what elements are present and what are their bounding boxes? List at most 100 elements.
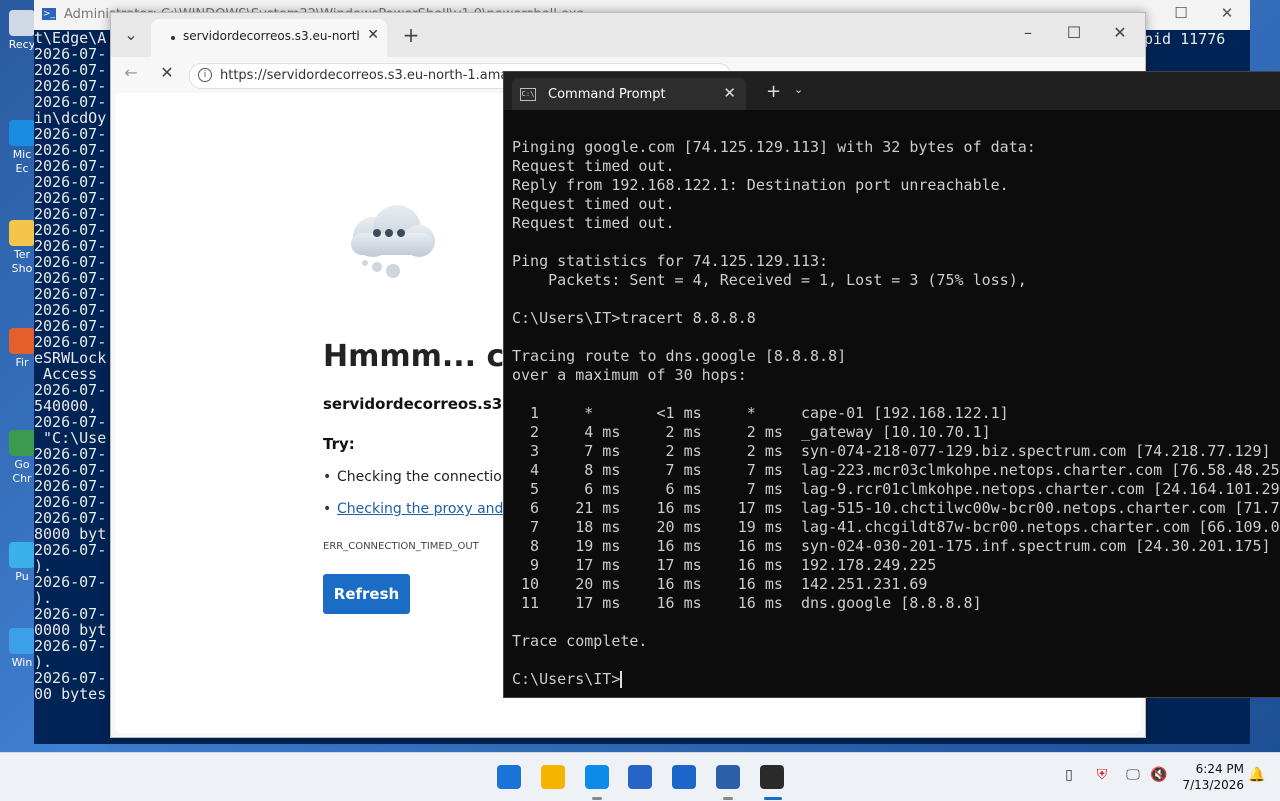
terminal-line: 11 17 ms 16 ms 16 ms dns.google [8.8.8.8…	[512, 594, 982, 612]
powershell-line: ).	[34, 653, 62, 671]
shortcut-app-icon	[9, 120, 35, 146]
clock-time: 6:24 PM	[1195, 762, 1244, 776]
stop-loading-icon[interactable]: ✕	[155, 63, 179, 82]
powershell-line: 8000 byt	[34, 525, 107, 543]
shortcut-label: Pu	[15, 570, 29, 583]
powershell-line: 2026-07-	[34, 173, 107, 191]
refresh-button[interactable]: Refresh	[323, 574, 410, 614]
terminal-line: 2 4 ms 2 ms 2 ms _gateway [10.10.70.1]	[512, 423, 991, 441]
volume-icon[interactable]: 🔇	[1150, 767, 1168, 785]
terminal-line: 1 * <1 ms * cape-01 [192.168.122.1]	[512, 404, 1009, 422]
ps-close-icon[interactable]: ✕	[1212, 4, 1242, 22]
edge-tab-strip: ⌄ servidordecorreos.s3.eu-north-1.amazon…	[111, 13, 1145, 57]
security-shield-icon[interactable]: ⛨	[1093, 767, 1111, 785]
edge-tab-title: servidordecorreos.s3.eu-north-1.amazonaw…	[183, 29, 359, 43]
powershell-line: 2026-07-	[34, 493, 107, 511]
shortcut-label: Recy	[8, 38, 36, 51]
powershell-line: 2026-07-	[34, 157, 107, 175]
powershell-line: 2026-07-	[34, 45, 107, 63]
terminal-new-tab-plus-icon[interactable]: +	[766, 81, 781, 102]
terminal-tab-close-icon[interactable]: ✕	[723, 84, 736, 102]
terminal-line: Request timed out.	[512, 157, 675, 175]
url-text: https://servidordecorreos.s3.eu-north-1.…	[220, 68, 524, 83]
terminal-line: 4 8 ms 7 ms 7 ms lag-223.mcr03clmkohpe.n…	[512, 461, 1280, 479]
try-label: Try:	[323, 435, 355, 453]
outlook-icon[interactable]	[672, 765, 696, 789]
terminal-tab-strip: C:\ Command Prompt ✕ + ⌄	[504, 72, 1280, 110]
edge-maximize-icon[interactable]: ☐	[1061, 23, 1087, 42]
edge-tab-close-icon[interactable]: ✕	[367, 27, 379, 43]
terminal-output[interactable]: Pinging google.com [74.125.129.113] with…	[512, 138, 1280, 689]
terminal-line: 6 21 ms 16 ms 17 ms lag-515-10.chctilwc0…	[512, 499, 1280, 517]
powershell-line: 2026-07-	[34, 301, 107, 319]
terminal-icon[interactable]	[760, 765, 784, 789]
terminal-line: 10 20 ms 16 ms 16 ms 142.251.231.69	[512, 575, 928, 593]
cloud-error-icon	[351, 205, 435, 278]
edge-tab-active[interactable]: servidordecorreos.s3.eu-north-1.amazonaw…	[151, 19, 387, 57]
system-clock[interactable]: 6:24 PM 7/13/2026	[1172, 761, 1244, 793]
shortcut-label: Go Chr	[12, 458, 32, 485]
back-arrow-icon[interactable]: ←	[119, 63, 143, 82]
file-explorer-icon[interactable]	[541, 765, 565, 789]
terminal-line: 8 19 ms 16 ms 16 ms syn-024-030-201-175.…	[512, 537, 1271, 555]
powershell-line: "C:\Use	[34, 429, 107, 447]
terminal-prompt: C:\Users\IT>	[512, 670, 621, 688]
edge-close-icon[interactable]: ✕	[1107, 23, 1133, 42]
notification-bell-icon[interactable]: 🔔	[1248, 767, 1266, 785]
text-cursor	[620, 671, 623, 688]
edge-browser-icon[interactable]	[585, 765, 609, 789]
ps-maximize-icon[interactable]: ☐	[1166, 4, 1196, 22]
network-icon[interactable]: 🖵	[1124, 767, 1142, 785]
shortcut-app-icon	[9, 430, 35, 456]
powershell-line: eSRWLock	[34, 349, 107, 367]
shortcut-label: Fir	[15, 356, 29, 369]
terminal-window[interactable]: C:\ Command Prompt ✕ + ⌄ Pinging google.…	[503, 71, 1280, 698]
powershell-line: 2026-07-	[34, 573, 107, 591]
start-button-icon[interactable]	[497, 765, 521, 789]
terminal-tab-cmd[interactable]: C:\ Command Prompt ✕	[512, 78, 746, 110]
powershell-line: 2026-07-	[34, 605, 107, 623]
powershell-line: 2026-07-	[34, 461, 107, 479]
terminal-line: Packets: Sent = 4, Received = 1, Lost = …	[512, 271, 1027, 289]
powershell-line: 2026-07-	[34, 413, 107, 431]
terminal-tab-title: Command Prompt	[548, 87, 666, 102]
site-info-icon[interactable]: i	[198, 68, 212, 82]
tab-actions-chevron-icon[interactable]: ⌄	[121, 25, 141, 44]
powershell-line: 2026-07-	[34, 221, 107, 239]
terminal-line: Request timed out.	[512, 214, 675, 232]
powershell-line: 2026-07-	[34, 637, 107, 655]
terminal-dropdown-chevron-icon[interactable]: ⌄	[794, 83, 803, 96]
shortcut-app-icon	[9, 628, 35, 654]
powershell-line: 2026-07-	[34, 317, 107, 335]
edge-minimize-icon[interactable]: –	[1015, 23, 1041, 42]
powershell-line: 0000 byt	[34, 621, 107, 639]
terminal-line: Pinging google.com [74.125.129.113] with…	[512, 138, 1036, 156]
powershell-line: 2026-07-	[34, 61, 107, 79]
shortcut-label: Ter Sho	[11, 248, 33, 275]
powershell-line: 2026-07-	[34, 125, 107, 143]
powershell-line: 2026-07-	[34, 445, 107, 463]
desktop: RecyMic EcTer ShoFirGo ChrPuWin >_ Admin…	[0, 0, 1280, 752]
microsoft-store-icon[interactable]	[628, 765, 652, 789]
powershell-line: t\Edge\A	[34, 29, 107, 47]
powershell-line: 2026-07-	[34, 253, 107, 271]
new-tab-plus-icon[interactable]: +	[399, 23, 423, 47]
powershell-line: 2026-07-	[34, 93, 107, 111]
powershell-line: 2026-07-	[34, 285, 107, 303]
shortcut-label: Mic Ec	[12, 148, 32, 175]
terminal-line: C:\Users\IT>tracert 8.8.8.8	[512, 309, 756, 327]
powershell-line: Access	[34, 365, 107, 383]
loading-dot-icon	[171, 36, 175, 40]
powershell-icon[interactable]	[716, 765, 740, 789]
powershell-output: t\Edge\A 2026-07- 2026-07- 2026-07- 2026-07-…	[34, 30, 106, 702]
battery-icon[interactable]: ▯	[1060, 767, 1078, 785]
powershell-right-text: pid 11776	[1144, 30, 1226, 48]
terminal-line: 3 7 ms 2 ms 2 ms syn-074-218-077-129.biz…	[512, 442, 1271, 460]
powershell-line: 00 bytes	[34, 685, 107, 703]
powershell-line: 2026-07-	[34, 541, 107, 559]
powershell-line: 2026-07-	[34, 381, 107, 399]
